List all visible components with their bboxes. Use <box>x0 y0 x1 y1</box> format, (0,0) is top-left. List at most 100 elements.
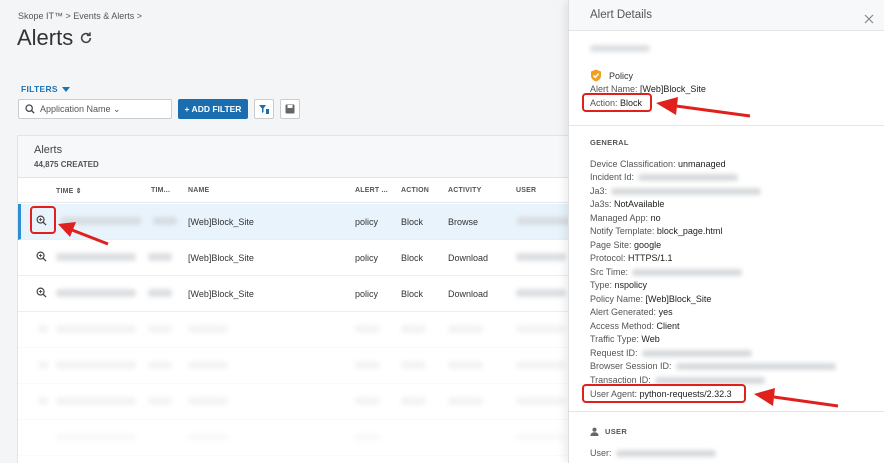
field-row: Browser Session ID: <box>590 361 836 371</box>
table-row[interactable]: [Web]Block_Site policy Block Browse <box>18 204 576 240</box>
redacted-icon <box>38 361 48 369</box>
row-activity: Download <box>448 253 489 263</box>
col-activity[interactable]: ACTIVITY <box>448 187 482 194</box>
table-row[interactable] <box>18 384 576 420</box>
redacted-activity <box>448 325 483 333</box>
field-row: Ja3s: NotAvailable <box>590 199 664 209</box>
field-key: Device Classification: <box>590 159 676 169</box>
field-row: Protocol: HTTPS/1.1 <box>590 253 673 263</box>
filters-toggle[interactable]: FILTERS <box>21 84 70 94</box>
redacted-action <box>401 325 426 333</box>
add-filter-button[interactable]: + ADD FILTER <box>178 99 248 119</box>
redacted-time2 <box>148 397 172 405</box>
save-button[interactable] <box>280 99 300 119</box>
field-value: google <box>634 240 662 250</box>
field-key: Protocol: <box>590 253 626 263</box>
col-time[interactable]: TIME ⇕ <box>56 187 82 195</box>
highlight-user-agent-box <box>582 384 746 403</box>
refresh-icon[interactable] <box>79 31 93 45</box>
caret-down-icon <box>61 86 70 92</box>
redacted-time2 <box>148 253 172 261</box>
col-action[interactable]: ACTION <box>401 187 429 194</box>
redacted-value <box>675 363 836 371</box>
field-row: Type: nspolicy <box>590 280 647 290</box>
field-row: Src Time: <box>590 267 743 277</box>
user-section-title: USER <box>590 427 627 436</box>
field-key: Src Time: <box>590 267 629 277</box>
field-value: [Web]Block_Site <box>645 294 712 304</box>
shield-check-icon <box>591 69 601 82</box>
field-row: Policy Name: [Web]Block_Site <box>590 294 711 304</box>
redacted-time2 <box>148 325 172 333</box>
field-key: Ja3: <box>590 186 608 196</box>
user-title: USER <box>605 427 628 436</box>
redacted-icon <box>38 325 48 333</box>
redacted-name <box>188 325 228 333</box>
alerts-table: Alerts 44,875 CREATED TIME ⇕ TIM... NAME… <box>17 135 577 463</box>
field-row: Incident Id: <box>590 172 739 182</box>
field-row: Ja3: <box>590 186 762 196</box>
redacted-alert <box>355 361 380 369</box>
field-row: Access Method: Client <box>590 321 680 331</box>
field-row: Request ID: <box>590 348 752 358</box>
col-user[interactable]: USER <box>516 187 536 194</box>
redacted-name <box>188 433 228 441</box>
row-alert-type: policy <box>355 253 379 263</box>
field-value: Web <box>641 334 660 344</box>
table-row[interactable]: [Web]Block_Site policy Block Download <box>18 240 576 276</box>
col-name[interactable]: NAME <box>188 187 209 194</box>
table-row[interactable]: [Web]Block_Site policy Block Download <box>18 276 576 312</box>
zoom-in-icon[interactable] <box>36 251 47 262</box>
policy-label: Policy <box>609 70 634 81</box>
redacted-alert <box>355 433 380 441</box>
col-alert[interactable]: ALERT ... <box>355 187 388 194</box>
table-title: Alerts <box>34 144 63 156</box>
field-row: Device Classification: unmanaged <box>590 159 726 169</box>
field-row: Managed App: no <box>590 213 661 223</box>
search-placeholder: Application Name ⌄ <box>40 103 121 114</box>
filter-settings-button[interactable] <box>254 99 274 119</box>
close-icon[interactable] <box>864 14 874 24</box>
row-action: Block <box>401 253 424 263</box>
application-name-select[interactable]: Application Name ⌄ <box>18 99 172 119</box>
redacted-time2 <box>148 361 172 369</box>
redacted-user <box>516 325 566 333</box>
alert-details-panel: Alert Details Policy Alert Name: [Web]Bl… <box>568 0 884 463</box>
redacted-activity <box>448 397 483 405</box>
column-headers: TIME ⇕ TIM... NAME ALERT ... ACTION ACTI… <box>18 179 576 203</box>
field-key: Access Method: <box>590 321 655 331</box>
redacted-value <box>632 269 743 277</box>
zoom-in-icon[interactable] <box>36 287 47 298</box>
table-row[interactable] <box>18 312 576 348</box>
redacted-icon <box>38 397 48 405</box>
redacted-value <box>638 174 739 182</box>
panel-title: Alert Details <box>590 9 652 21</box>
table-row[interactable] <box>18 420 576 456</box>
redacted-time <box>56 433 136 441</box>
redacted-time2 <box>148 289 172 297</box>
redacted-time2 <box>153 217 177 225</box>
redacted-time <box>56 253 136 261</box>
general-section-title: GENERAL <box>590 138 629 147</box>
row-alert-type: policy <box>355 217 379 227</box>
field-value: unmanaged <box>678 159 726 169</box>
redacted-time <box>56 325 136 333</box>
field-row: Alert Generated: yes <box>590 307 673 317</box>
row-name: [Web]Block_Site <box>188 253 254 263</box>
highlight-action-box <box>582 93 652 112</box>
col-tim2[interactable]: TIM... <box>151 187 170 194</box>
row-name: [Web]Block_Site <box>188 289 254 299</box>
redacted-alert-id <box>590 45 650 52</box>
page-title: Alerts <box>17 25 74 50</box>
field-value: yes <box>658 307 673 317</box>
table-row[interactable] <box>18 348 576 384</box>
field-row: Notify Template: block_page.html <box>590 226 722 236</box>
redacted-user <box>516 253 566 261</box>
redacted-value <box>641 350 752 358</box>
breadcrumb[interactable]: Skope IT™ > Events & Alerts > <box>18 11 142 21</box>
redacted-time <box>61 217 141 225</box>
alerts-count: 44,875 CREATED <box>34 160 99 169</box>
row-activity: Download <box>448 289 489 299</box>
field-value: NotAvailable <box>614 199 665 209</box>
filter-icon <box>259 105 269 114</box>
